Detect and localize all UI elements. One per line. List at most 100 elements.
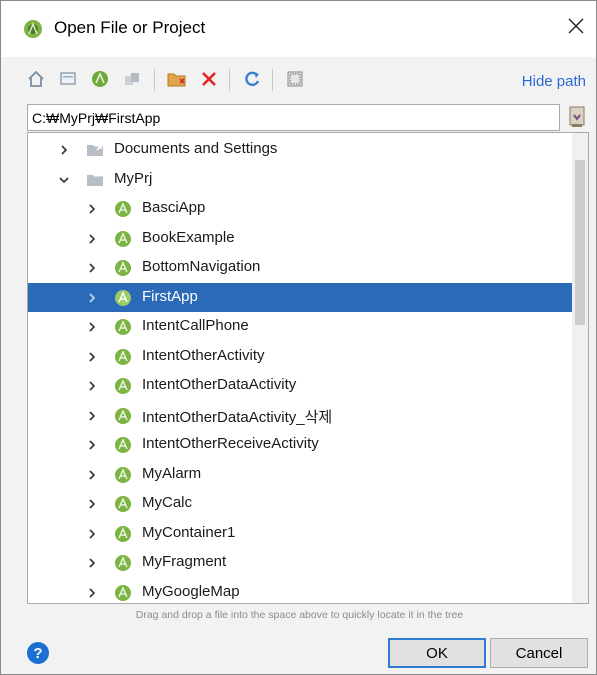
chevron-right-icon[interactable] — [86, 321, 98, 333]
help-button[interactable]: ? — [27, 642, 49, 664]
tree-row[interactable]: IntentOtherDataActivity_삭제 — [28, 401, 572, 430]
android-project-icon — [115, 230, 131, 247]
chevron-right-icon[interactable] — [86, 469, 98, 481]
tree-item-label: BookExample — [142, 228, 235, 246]
android-project-icon — [115, 525, 131, 542]
tree-row[interactable]: MyAlarm — [28, 460, 572, 489]
tree-row[interactable]: FirstApp — [28, 282, 586, 312]
tree-item-label: MyAlarm — [142, 464, 202, 482]
chevron-right-icon[interactable] — [58, 144, 70, 156]
tree-row[interactable]: IntentOtherActivity — [28, 342, 572, 371]
tree-item-label: MyFragment — [142, 553, 227, 570]
refresh-button[interactable] — [239, 66, 265, 92]
show-hidden-icon — [287, 71, 303, 87]
android-project-icon — [115, 260, 131, 276]
tree-item-label: IntentOtherDataActivity — [142, 376, 297, 393]
chevron-right-icon[interactable] — [86, 233, 98, 245]
chevron-right-icon[interactable] — [86, 557, 98, 569]
tree-item-label: MyContainer1 — [142, 523, 236, 541]
scrollbar-thumb[interactable] — [575, 160, 585, 325]
tree-item-label: BasciApp — [142, 199, 206, 216]
tree-item-label: Documents and Settings — [114, 140, 278, 157]
path-input[interactable] — [27, 104, 560, 131]
android-project-icon — [115, 289, 131, 306]
toolbar-separator — [229, 69, 230, 91]
android-project-icon — [115, 319, 131, 335]
tree-item-label: MyPrj — [114, 169, 153, 187]
tree-item-label: FirstApp — [142, 287, 198, 305]
tree-item-label: IntentOtherReceiveActivity — [142, 435, 319, 452]
folder-icon — [87, 174, 103, 186]
chevron-right-icon[interactable] — [86, 498, 98, 510]
home-button[interactable] — [23, 66, 49, 92]
tree-item-label: IntentOtherActivity — [142, 346, 265, 364]
desktop-button[interactable] — [55, 66, 81, 92]
tree-row[interactable]: IntentOtherReceiveActivity — [28, 430, 572, 459]
show-hidden-button[interactable] — [282, 66, 308, 92]
chevron-right-icon[interactable] — [86, 587, 98, 599]
tree-row[interactable]: MyCalc — [28, 489, 572, 518]
tree-row[interactable]: MyGoogleMap — [28, 578, 572, 604]
delete-button[interactable] — [196, 66, 222, 92]
android-project-icon — [115, 584, 131, 601]
tree-item-label: BottomNavigation — [142, 258, 261, 275]
chevron-right-icon[interactable] — [86, 203, 98, 215]
tree-item-label: IntentOtherDataActivity_삭제 — [142, 408, 333, 426]
android-project-icon — [115, 348, 131, 365]
tree-row[interactable]: MyPrj — [28, 165, 572, 194]
chevron-right-icon[interactable] — [86, 292, 98, 304]
tree-row[interactable]: BasciApp — [28, 194, 572, 223]
path-row — [27, 102, 589, 132]
chevron-right-icon[interactable] — [86, 380, 98, 392]
delete-icon — [202, 72, 216, 86]
android-project-icon — [115, 437, 131, 453]
chevron-right-icon[interactable] — [86, 528, 98, 540]
project-icon — [92, 71, 108, 87]
chevron-right-icon[interactable] — [86, 439, 98, 451]
android-studio-icon — [24, 20, 42, 38]
refresh-icon — [245, 71, 260, 87]
android-project-icon — [115, 201, 131, 217]
path-history-icon[interactable] — [566, 104, 588, 130]
tree-row[interactable]: BookExample — [28, 224, 572, 253]
android-project-icon — [115, 466, 131, 483]
module-button[interactable] — [119, 66, 145, 92]
module-icon — [125, 73, 139, 85]
tree-row[interactable]: BottomNavigation — [28, 253, 572, 282]
tree-row[interactable]: IntentCallPhone — [28, 312, 572, 341]
android-project-icon — [115, 407, 131, 424]
tree-item-label: MyGoogleMap — [142, 582, 240, 600]
file-tree[interactable]: Documents and Settings MyPrj BasciApp BookE… — [27, 132, 589, 604]
desktop-icon — [60, 72, 76, 85]
cancel-button[interactable]: Cancel — [490, 638, 588, 668]
hide-path-link[interactable]: Hide path — [522, 73, 586, 90]
tree-row[interactable]: MyContainer1 — [28, 519, 572, 548]
dialog-title: Open File or Project — [54, 18, 206, 37]
android-project-icon — [115, 555, 131, 571]
android-project-icon — [115, 378, 131, 394]
chevron-right-icon[interactable] — [86, 351, 98, 363]
toolbar-separator — [272, 69, 273, 91]
toolbar-separator — [154, 69, 155, 91]
tree-row[interactable]: MyFragment — [28, 548, 572, 577]
tree-scrollbar[interactable] — [572, 133, 588, 603]
folder-link-icon — [87, 145, 103, 156]
tree-row[interactable]: IntentOtherDataActivity — [28, 371, 572, 400]
android-project-icon — [115, 496, 131, 512]
project-button[interactable] — [87, 66, 113, 92]
toolbar: Hide path — [1, 57, 596, 101]
home-icon — [28, 70, 44, 87]
tree-row[interactable]: Documents and Settings — [28, 135, 572, 164]
new-folder-button[interactable] — [164, 66, 190, 92]
drag-drop-hint: Drag and drop a file into the space abov… — [135, 609, 464, 621]
chevron-right-icon[interactable] — [86, 262, 98, 274]
tree-item-label: MyCalc — [142, 494, 193, 511]
close-icon[interactable] — [564, 14, 588, 38]
open-file-dialog: Open File or Project Hide path C:₩MyPrj₩… — [0, 0, 597, 675]
new-folder-icon — [167, 73, 186, 87]
chevron-right-icon[interactable] — [86, 410, 98, 422]
ok-button[interactable]: OK — [388, 638, 486, 668]
title-bar: Open File or Project — [1, 1, 596, 57]
chevron-down-icon[interactable] — [58, 174, 70, 186]
tree-item-label: IntentCallPhone — [142, 317, 249, 334]
